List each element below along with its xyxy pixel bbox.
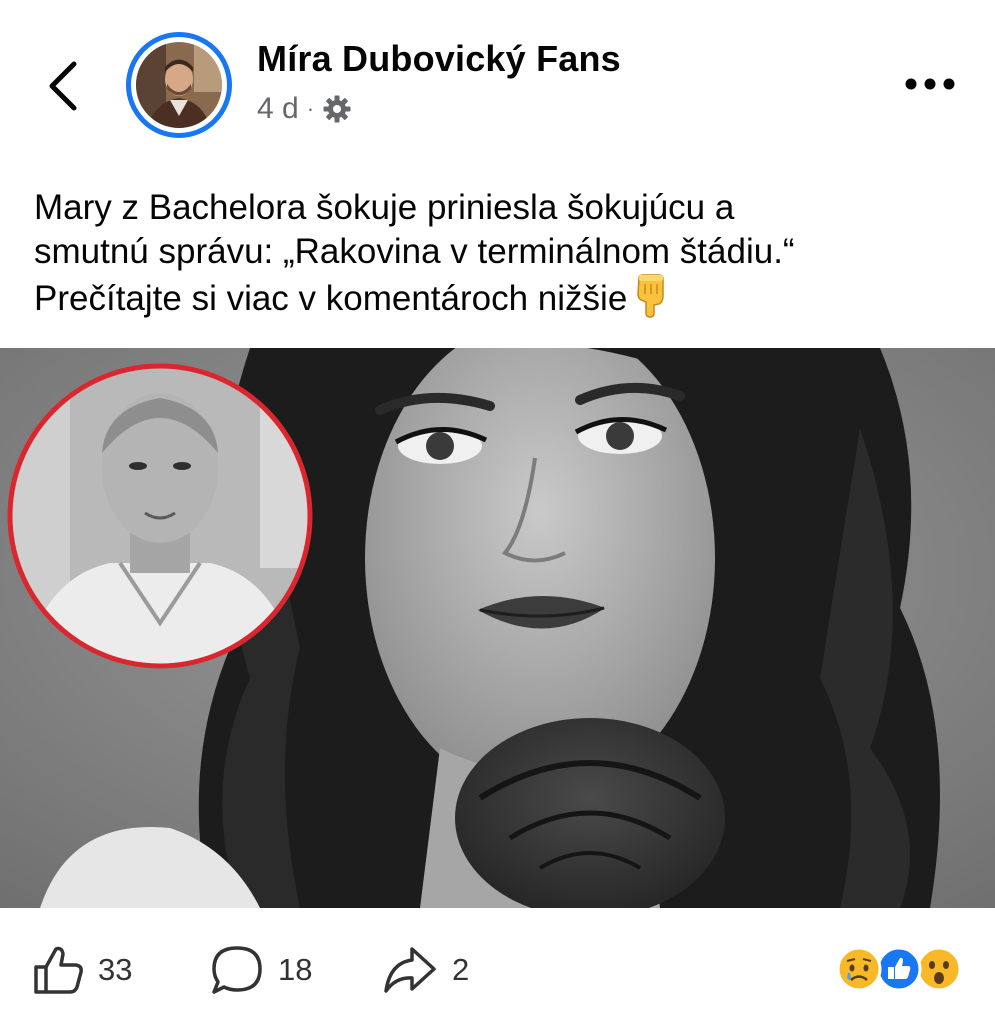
post-header: Míra Dubovický Fans 4 d · — [0, 0, 995, 160]
gear-icon — [323, 95, 351, 123]
reactions-summary[interactable] — [836, 946, 966, 994]
back-button[interactable] — [38, 58, 88, 114]
post-time[interactable]: 4 d — [257, 92, 299, 126]
post-meta: 4 d · — [257, 88, 352, 130]
meta-separator: · — [306, 96, 315, 121]
page-name-link[interactable]: Míra Dubovický Fans — [257, 38, 621, 80]
sad-reaction-icon — [836, 946, 882, 992]
post-actions: 33 18 2 — [0, 920, 995, 1020]
more-options-button[interactable] — [902, 64, 958, 104]
comment-count: 18 — [278, 952, 313, 987]
ellipsis-icon — [905, 78, 955, 90]
share-count: 2 — [452, 952, 470, 987]
share-arrow-icon — [384, 947, 436, 993]
post-image[interactable] — [0, 348, 995, 908]
post-text: Mary z Bachelora šokuje priniesla šokujú… — [34, 186, 964, 321]
like-button[interactable]: 33 — [32, 940, 132, 1000]
post-text-line: Mary z Bachelora šokuje priniesla šokujú… — [34, 188, 735, 227]
page-avatar[interactable] — [126, 32, 232, 138]
pointing-down-icon — [637, 274, 665, 318]
comment-button[interactable]: 18 — [210, 940, 312, 1000]
post-text-line: Prečítajte si viac v komentároch nižšie — [34, 274, 964, 321]
post-text-line: smutnú správu: „Rakovina v terminálnom š… — [34, 232, 795, 271]
wow-reaction-icon — [916, 946, 962, 992]
comment-icon — [212, 946, 262, 994]
like-count: 33 — [98, 952, 133, 987]
share-button[interactable]: 2 — [382, 940, 469, 1000]
avatar-photo — [136, 42, 222, 128]
like-reaction-icon — [876, 946, 922, 992]
thumbs-up-icon — [34, 946, 83, 994]
chevron-left-icon — [49, 61, 77, 111]
